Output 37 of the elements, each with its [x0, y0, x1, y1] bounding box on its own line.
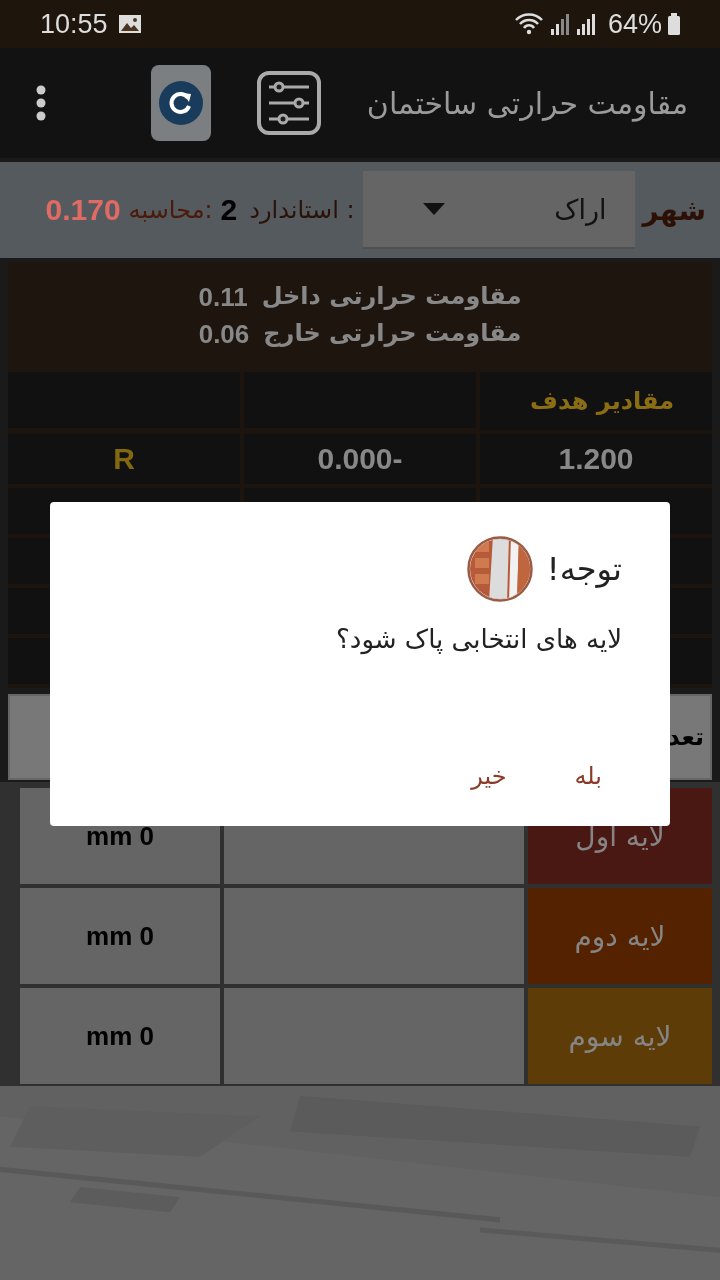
- thickness-field[interactable]: mm 0: [20, 988, 220, 1084]
- standard-label: استاندارد :: [249, 196, 355, 224]
- battery-icon: [668, 13, 680, 35]
- material-field[interactable]: [224, 988, 524, 1084]
- battery-level: 64%: [607, 8, 662, 40]
- calculation-value: 0.170: [45, 193, 121, 227]
- layer-label[interactable]: لایه سوم: [528, 988, 712, 1084]
- signal-icon: [575, 13, 596, 35]
- resistance-label: مقاومت حرارتی داخل: [261, 282, 522, 312]
- app-title: مقاومت حرارتی ساختمان: [366, 85, 688, 121]
- wifi-icon: [513, 12, 544, 36]
- dialog-message: لایه های انتخابی پاک شود؟: [335, 624, 622, 654]
- resistance-value: 0.11: [198, 282, 248, 313]
- material-field[interactable]: [224, 888, 524, 984]
- city-label: شهر: [642, 193, 706, 227]
- settings-icon[interactable]: [256, 71, 321, 135]
- refresh-button[interactable]: [150, 65, 211, 141]
- thickness-field[interactable]: mm 0: [20, 888, 220, 984]
- resistance-label: مقاومت حرارتی خارج: [263, 319, 522, 349]
- dialog-button[interactable]: خیر: [451, 752, 527, 800]
- city-dropdown[interactable]: اراک: [362, 171, 635, 249]
- resistance-value: 0.06: [198, 319, 250, 350]
- calculation-label: محاسبه:: [128, 196, 213, 224]
- table-cell: R: [8, 434, 240, 484]
- layer-label[interactable]: لایه دوم: [528, 888, 712, 984]
- menu-icon[interactable]: [36, 85, 46, 121]
- image-icon: [117, 14, 142, 34]
- brick-wall-icon: [466, 536, 533, 602]
- signal-icon: [549, 13, 570, 35]
- dialog-title: توجه!: [546, 550, 622, 588]
- clock: 10:55: [40, 8, 108, 40]
- table-header: مقادیر هدف: [480, 372, 712, 430]
- table-cell: 0.000-: [244, 434, 476, 484]
- caret-icon: [422, 203, 445, 215]
- table-cell: 1.200: [480, 434, 712, 484]
- standard-value: 2: [220, 193, 238, 227]
- layer-count-label: تعد: [667, 723, 704, 751]
